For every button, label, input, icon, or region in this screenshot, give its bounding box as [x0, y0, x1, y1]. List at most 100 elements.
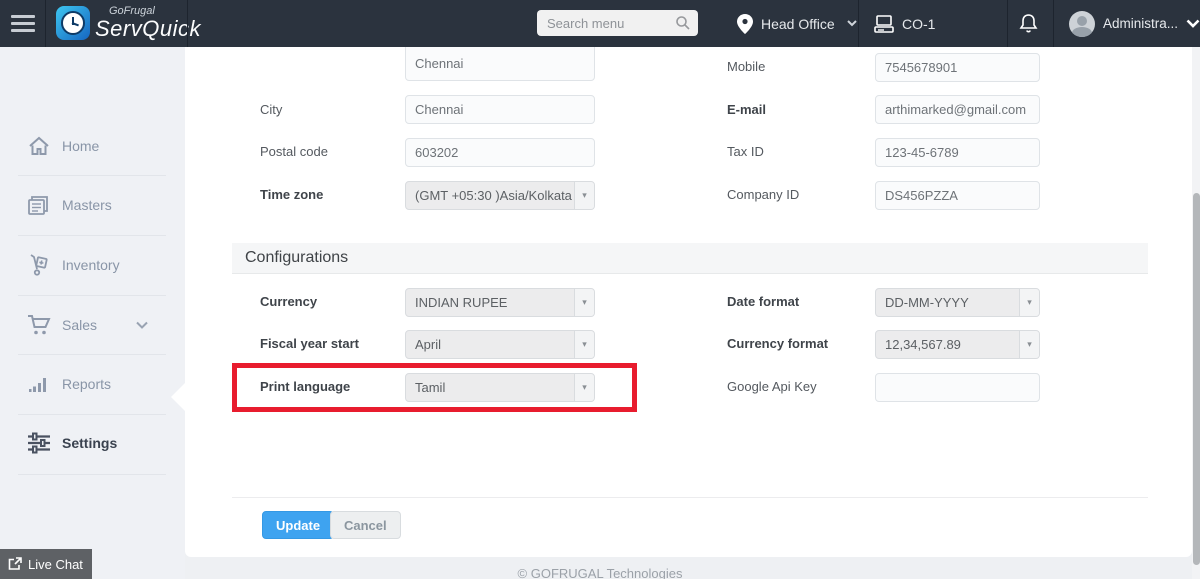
sidebar-item-inventory[interactable]: Inventory — [0, 251, 185, 279]
header-divider — [858, 0, 859, 47]
vertical-scrollbar[interactable] — [1192, 47, 1200, 579]
sidebar-divider — [18, 175, 166, 176]
sidebar-item-sales[interactable]: Sales — [0, 311, 185, 339]
tax-id-label: Tax ID — [727, 144, 764, 159]
print-language-label: Print language — [260, 379, 351, 394]
print-language-value: Tamil — [415, 380, 446, 395]
chevron-down-icon — [136, 321, 148, 329]
sidebar-nav: Home Masters Inventory Sales Reports Set… — [0, 47, 185, 579]
company-id-input[interactable] — [875, 181, 1040, 210]
store-label: Head Office — [761, 15, 835, 32]
time-zone-value: (GMT +05:30 )Asia/Kolkata — [415, 188, 572, 203]
fiscal-year-start-value: April — [415, 337, 442, 352]
terminal-selector[interactable]: CO-1 — [874, 0, 935, 47]
currency-format-value: 12,34,567.89 — [885, 337, 961, 352]
currency-label: Currency — [260, 294, 318, 309]
date-format-value: DD-MM-YYYY — [885, 295, 969, 310]
google-api-key-label: Google Api Key — [727, 379, 817, 394]
bell-icon — [1019, 13, 1038, 34]
avatar — [1069, 10, 1095, 37]
select-caret-icon: ▾ — [574, 182, 594, 209]
external-link-icon — [8, 557, 22, 571]
brand-servquick: ServQuick — [95, 16, 201, 41]
print-language-select[interactable]: Tamil ▾ — [405, 373, 595, 402]
clock-logo-icon — [56, 6, 90, 40]
select-caret-icon: ▾ — [574, 289, 594, 316]
terminal-label: CO-1 — [902, 15, 936, 32]
city-label: City — [260, 102, 283, 117]
sidebar-item-home[interactable]: Home — [0, 132, 185, 160]
active-item-notch — [171, 383, 185, 411]
sales-cart-icon — [27, 313, 51, 337]
update-button[interactable]: Update — [262, 511, 335, 539]
sidebar-item-label: Settings — [62, 435, 118, 451]
postal-code-input[interactable] — [405, 138, 595, 167]
currency-select[interactable]: INDIAN RUPEE ▾ — [405, 288, 595, 317]
sidebar-divider — [18, 354, 166, 355]
user-label: Administra... — [1103, 16, 1179, 31]
postal-code-label: Postal code — [260, 144, 328, 159]
currency-value: INDIAN RUPEE — [415, 295, 508, 310]
sidebar-item-label: Masters — [62, 197, 112, 213]
sidebar-item-masters[interactable]: Masters — [0, 191, 185, 219]
location-pin-icon — [737, 13, 753, 34]
sidebar-divider — [18, 235, 166, 236]
sidebar-item-settings[interactable]: Settings — [0, 429, 185, 457]
configurations-section-header: Configurations — [232, 243, 1148, 274]
hamburger-menu-icon[interactable] — [0, 0, 45, 47]
sidebar-item-label: Reports — [62, 376, 112, 392]
date-format-select[interactable]: DD-MM-YYYY ▾ — [875, 288, 1040, 317]
email-input[interactable] — [875, 95, 1040, 124]
store-selector[interactable]: Head Office — [737, 0, 857, 47]
mobile-input[interactable] — [875, 53, 1040, 82]
search-input[interactable] — [537, 10, 698, 36]
sidebar-item-label: Home — [62, 138, 100, 154]
sidebar-divider — [18, 414, 166, 415]
google-api-key-input[interactable] — [875, 373, 1040, 402]
settings-sliders-icon — [27, 431, 51, 455]
select-caret-icon: ▾ — [574, 331, 594, 358]
sidebar-item-label: Sales — [62, 317, 98, 333]
copyright-text: © GOFRUGAL Technologies — [517, 566, 683, 579]
date-format-label: Date format — [727, 294, 800, 309]
chevron-down-icon — [1186, 19, 1200, 28]
select-caret-icon: ▾ — [1019, 289, 1039, 316]
live-chat-button[interactable]: Live Chat — [0, 549, 92, 579]
time-zone-label: Time zone — [260, 187, 324, 202]
configurations-title: Configurations — [245, 249, 349, 266]
sidebar-divider — [18, 295, 166, 296]
currency-format-select[interactable]: 12,34,567.89 ▾ — [875, 330, 1040, 359]
currency-format-label: Currency format — [727, 336, 829, 351]
header-divider — [1053, 0, 1054, 47]
chevron-down-icon — [846, 20, 857, 27]
settings-form-panel: Chennai City Postal code Time zone (GMT … — [185, 47, 1192, 557]
notifications[interactable] — [1019, 0, 1038, 47]
time-zone-select[interactable]: (GMT +05:30 )Asia/Kolkata ▾ — [405, 181, 595, 210]
sidebar-item-label: Inventory — [62, 257, 120, 273]
top-bar: GoFrugal ServQuick Head Office CO-1 — [0, 0, 1200, 47]
fiscal-year-start-label: Fiscal year start — [260, 336, 360, 351]
cancel-button[interactable]: Cancel — [330, 511, 401, 539]
city-input[interactable] — [405, 95, 595, 124]
mobile-label: Mobile — [727, 59, 766, 74]
scrollbar-thumb[interactable] — [1192, 193, 1200, 565]
home-icon — [27, 134, 51, 158]
live-chat-label: Live Chat — [28, 556, 83, 572]
header-divider — [1007, 0, 1008, 47]
sidebar-divider — [18, 474, 166, 475]
fiscal-year-start-select[interactable]: April ▾ — [405, 330, 595, 359]
user-menu[interactable]: Administra... — [1069, 0, 1200, 47]
email-label: E-mail — [727, 102, 767, 117]
menu-search — [537, 10, 698, 36]
button-area-divider — [232, 497, 1148, 498]
app-logo[interactable]: GoFrugal ServQuick — [56, 6, 201, 40]
address-textarea[interactable]: Chennai — [405, 47, 595, 81]
masters-icon — [27, 193, 51, 217]
search-icon — [675, 15, 691, 31]
sidebar-item-reports[interactable]: Reports — [0, 370, 185, 398]
terminal-icon — [874, 14, 894, 33]
select-caret-icon: ▾ — [1019, 331, 1039, 358]
address-value: Chennai — [415, 56, 464, 71]
tax-id-input[interactable] — [875, 138, 1040, 167]
company-id-label: Company ID — [727, 187, 800, 202]
